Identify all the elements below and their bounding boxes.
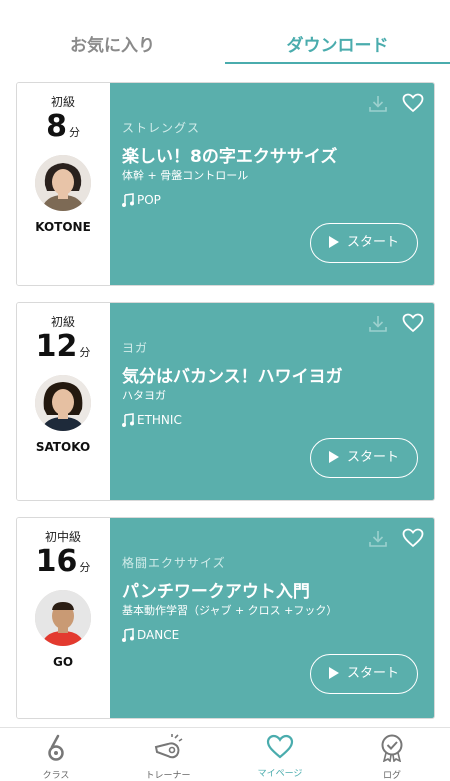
start-button[interactable]: スタート <box>310 654 418 694</box>
duration: 12 分 <box>17 329 109 364</box>
start-button-label: スタート <box>346 450 399 465</box>
heart-icon[interactable] <box>402 528 424 548</box>
class-subtitle: 体幹 + 骨盤コントロール <box>122 169 249 182</box>
class-info-panel: 初級 12 分 SATOKO <box>17 303 109 500</box>
start-button-label: スタート <box>346 235 399 250</box>
start-button[interactable]: スタート <box>310 438 418 478</box>
heart-icon[interactable] <box>402 93 424 113</box>
class-detail-panel: ストレングス 楽しい！8の字エクササイズ 体幹 + 骨盤コントロール POP ス… <box>110 83 434 285</box>
class-detail-panel: 格闘エクササイズ パンチワークアウト入門 基本動作学習（ジャブ + クロス +フ… <box>110 518 434 718</box>
class-category: 格闘エクササイズ <box>122 556 226 570</box>
class-title: 楽しい！8の字エクササイズ <box>122 147 338 167</box>
nav-label-log: ログ <box>382 771 401 781</box>
class-title: 気分はバカンス！ハワイヨガ <box>122 367 343 387</box>
music-note-icon <box>122 193 134 207</box>
nav-item-class[interactable]: クラス <box>0 734 112 781</box>
play-icon <box>328 236 339 248</box>
trainer-name: GO <box>52 655 74 669</box>
download-icon[interactable] <box>368 530 388 548</box>
play-icon <box>328 451 339 463</box>
tab-bar: お気に入り ダウンロード <box>0 0 450 66</box>
tab-favorites[interactable]: お気に入り <box>0 30 225 62</box>
heart-icon[interactable] <box>402 313 424 333</box>
nav-label-trainer: トレーナー <box>145 771 191 781</box>
start-button[interactable]: スタート <box>310 223 418 263</box>
nav-item-log[interactable]: ログ <box>336 734 448 781</box>
class-title: パンチワークアウト入門 <box>122 582 310 602</box>
class-card[interactable]: 初級 8分 KOTONE ストレングス 楽しい！8の字エクササイズ 体幹 + 骨… <box>16 82 435 286</box>
music-note-icon <box>122 628 134 642</box>
music-genre: POP <box>122 193 161 207</box>
class-subtitle: 基本動作学習（ジャブ + クロス +フック） <box>122 604 338 617</box>
play-icon <box>328 667 339 679</box>
music-genre-label: DANCE <box>137 628 180 642</box>
nav-item-mypage[interactable]: マイページ <box>224 734 336 779</box>
bottom-nav: クラス トレーナー マイページ ログ <box>0 727 450 781</box>
music-note-icon <box>122 413 134 427</box>
tab-downloads[interactable]: ダウンロード <box>225 30 450 62</box>
duration: 8分 <box>17 109 109 144</box>
start-button-label: スタート <box>346 666 399 681</box>
music-genre: ETHNIC <box>122 413 182 427</box>
class-category: ヨガ <box>122 341 149 355</box>
nav-label-class: クラス <box>42 771 70 781</box>
class-card[interactable]: 初中級 16 分 GO 格闘エクササイズ パンチワークアウト入門 基本動作学習（… <box>16 517 435 719</box>
duration-value: 12 <box>35 329 78 364</box>
trainer-avatar <box>35 375 91 431</box>
music-genre-label: POP <box>137 193 161 207</box>
download-icon[interactable] <box>368 315 388 333</box>
nav-label-mypage: マイページ <box>257 769 303 779</box>
duration-unit: 分 <box>68 126 80 139</box>
trainer-name: KOTONE <box>35 220 91 234</box>
class-info-panel: 初中級 16 分 GO <box>17 518 109 718</box>
duration-unit: 分 <box>79 561 91 574</box>
class-card[interactable]: 初級 12 分 SATOKO ヨガ 気分はバカンス！ハワイヨガ ハタヨガ ETH… <box>16 302 435 501</box>
download-icon[interactable] <box>368 95 388 113</box>
level-label: 初級 <box>50 95 75 109</box>
class-icon <box>48 734 64 761</box>
class-detail-panel: ヨガ 気分はバカンス！ハワイヨガ ハタヨガ ETHNIC スタート <box>110 303 434 500</box>
heart-icon <box>266 734 294 759</box>
duration-value: 16 <box>35 544 78 579</box>
trainer-avatar <box>35 155 91 211</box>
music-genre-label: ETHNIC <box>137 413 182 427</box>
duration: 16 分 <box>17 544 109 579</box>
duration-value: 8 <box>46 109 67 144</box>
trainer-avatar <box>35 590 91 646</box>
whistle-icon <box>154 734 183 759</box>
class-subtitle: ハタヨガ <box>122 389 166 402</box>
duration-unit: 分 <box>79 346 91 359</box>
trainer-name: SATOKO <box>35 440 91 454</box>
class-info-panel: 初級 8分 KOTONE <box>17 83 109 285</box>
music-genre: DANCE <box>122 628 179 642</box>
nav-item-trainer[interactable]: トレーナー <box>112 734 224 781</box>
class-category: ストレングス <box>122 121 201 135</box>
active-tab-indicator <box>225 62 450 64</box>
level-label: 初中級 <box>44 530 81 544</box>
badge-icon <box>381 734 403 763</box>
level-label: 初級 <box>50 315 75 329</box>
